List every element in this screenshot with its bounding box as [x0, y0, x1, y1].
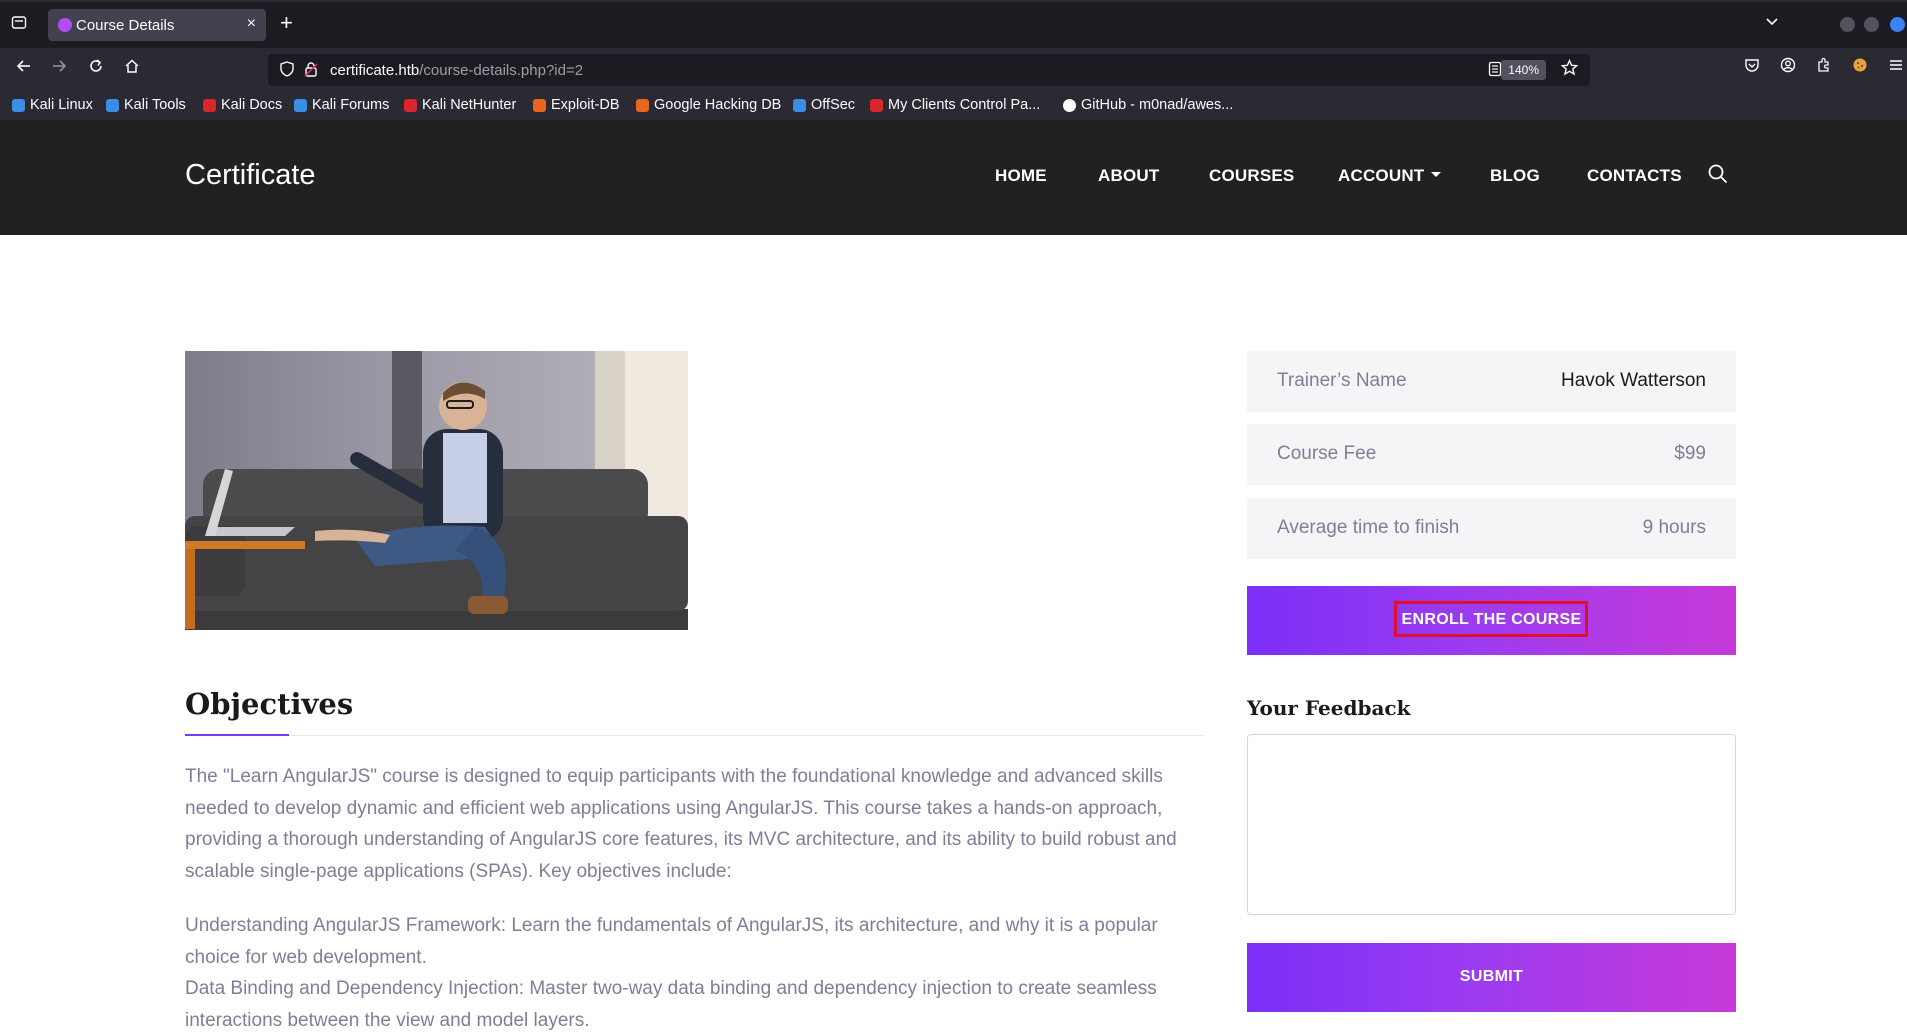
objectives-title: Objectives — [185, 687, 354, 721]
github-icon — [1063, 98, 1076, 112]
nav-home[interactable]: HOME — [995, 166, 1047, 186]
objectives-intro-text: The "Learn AngularJS" course is designed… — [185, 766, 1177, 882]
bookmark-label: Kali Forums — [312, 97, 390, 113]
kali-forums-icon — [294, 98, 307, 112]
url-bar[interactable]: certificate.htb/course-details.php?id=2 … — [268, 54, 1590, 86]
bookmarks-toolbar: Kali Linux Kali Tools Kali Docs Kali For… — [0, 90, 1907, 120]
url-text[interactable]: certificate.htb/course-details.php?id=2 — [330, 62, 583, 79]
active-tab[interactable]: Course Details × — [48, 9, 266, 41]
bookmark-star-icon[interactable] — [1560, 58, 1579, 81]
tab-title: Course Details — [76, 17, 175, 34]
trainer-value: Havok Watterson — [1560, 370, 1706, 391]
objectives-divider-accent — [185, 734, 289, 736]
avg-time-label: Average time to finish — [1277, 517, 1460, 538]
submit-feedback-button[interactable]: SUBMIT — [1247, 943, 1736, 1012]
trainer-info-row: Trainer’s Name Havok Watterson — [1247, 351, 1736, 412]
ghdb-icon — [636, 98, 649, 112]
window-minimize-button[interactable] — [1840, 17, 1855, 32]
reader-view-icon[interactable] — [1488, 61, 1502, 80]
kali-docs-icon — [203, 98, 216, 112]
kali-linux-icon — [12, 98, 25, 112]
forward-icon[interactable] — [47, 57, 71, 81]
bookmark-label: Kali Tools — [124, 97, 186, 113]
bookmark-label: My Clients Control Pa... — [888, 97, 1041, 113]
bookmark-kali-tools[interactable]: Kali Tools — [106, 95, 186, 115]
search-icon[interactable] — [1707, 163, 1729, 185]
browser-tab-bar: Course Details × + — [0, 0, 1907, 48]
pocket-icon[interactable] — [1741, 57, 1763, 78]
browser-nav-bar: certificate.htb/course-details.php?id=2 … — [0, 48, 1907, 90]
tab-bar-top-line — [0, 0, 1907, 2]
bookmark-label: Google Hacking DB — [654, 97, 782, 113]
objective-item: Understanding AngularJS Framework: Learn… — [185, 915, 1158, 968]
url-host: certificate.htb — [330, 62, 420, 79]
course-fee-value: $99 — [1674, 443, 1706, 464]
nav-account[interactable]: ACCOUNT — [1338, 166, 1442, 186]
caret-down-icon — [1431, 172, 1442, 177]
bookmark-kali-docs[interactable]: Kali Docs — [203, 95, 282, 115]
bookmark-kali-linux[interactable]: Kali Linux — [12, 95, 93, 115]
nav-blog[interactable]: BLOG — [1490, 166, 1540, 186]
window-close-button[interactable] — [1890, 17, 1905, 32]
bookmark-exploit-db[interactable]: Exploit-DB — [533, 95, 620, 115]
course-fee-label: Course Fee — [1277, 443, 1377, 464]
bookmark-my-clients-control-panel[interactable]: My Clients Control Pa... — [870, 95, 1040, 115]
objectives-list: Understanding AngularJS Framework: Learn… — [185, 910, 1200, 1035]
kali-nethunter-icon — [404, 98, 417, 112]
account-icon[interactable] — [1777, 57, 1799, 78]
exploit-db-icon — [533, 98, 546, 112]
bookmark-label: GitHub - m0nad/awes... — [1081, 97, 1234, 113]
objectives-divider — [185, 735, 1205, 736]
bookmark-label: OffSec — [811, 97, 856, 113]
avg-time-value: 9 hours — [1642, 517, 1706, 538]
cookie-extension-icon[interactable] — [1849, 57, 1871, 78]
site-header: Certificate HOME ABOUT COURSES ACCOUNT B… — [0, 120, 1907, 235]
course-image — [185, 351, 688, 630]
control-panel-icon — [870, 98, 883, 112]
extensions-icon[interactable] — [1813, 57, 1835, 78]
bookmark-github[interactable]: GitHub - m0nad/awes... — [1063, 95, 1233, 115]
home-icon[interactable] — [120, 57, 144, 81]
nav-account-label: ACCOUNT — [1338, 166, 1425, 185]
avg-time-row: Average time to finish 9 hours — [1247, 498, 1736, 559]
tab-list-icon[interactable] — [8, 14, 30, 36]
reload-icon[interactable] — [84, 57, 108, 81]
bookmark-google-hacking-db[interactable]: Google Hacking DB — [636, 95, 781, 115]
bookmark-kali-nethunter[interactable]: Kali NetHunter — [404, 95, 516, 115]
back-icon[interactable] — [12, 57, 36, 81]
tab-close-icon[interactable]: × — [247, 15, 256, 33]
insecure-lock-icon[interactable] — [304, 61, 318, 80]
new-tab-button[interactable]: + — [280, 12, 293, 34]
objective-item: Data Binding and Dependency Injection: M… — [185, 978, 1157, 1031]
bookmark-label: Kali Docs — [221, 97, 283, 113]
tracking-shield-icon[interactable] — [280, 61, 294, 81]
list-all-tabs-icon[interactable] — [1764, 13, 1780, 34]
trainer-label: Trainer’s Name — [1277, 370, 1407, 391]
url-path: /course-details.php?id=2 — [419, 62, 584, 79]
page-content: Certificate HOME ABOUT COURSES ACCOUNT B… — [0, 120, 1907, 1035]
nav-about[interactable]: ABOUT — [1098, 166, 1159, 186]
nav-contacts[interactable]: CONTACTS — [1587, 166, 1682, 186]
bookmark-label: Kali NetHunter — [422, 97, 517, 113]
bookmark-offsec[interactable]: OffSec — [793, 95, 855, 115]
nav-courses[interactable]: COURSES — [1209, 166, 1294, 186]
enroll-highlight-outline — [1394, 601, 1588, 637]
bookmark-label: Kali Linux — [30, 97, 93, 113]
offsec-icon — [793, 98, 806, 112]
window-maximize-button[interactable] — [1864, 17, 1879, 32]
zoom-level-badge[interactable]: 140% — [1501, 60, 1546, 80]
kali-tools-icon — [106, 98, 119, 112]
site-brand[interactable]: Certificate — [185, 159, 316, 192]
feedback-title: Your Feedback — [1247, 696, 1411, 720]
course-fee-row: Course Fee $99 — [1247, 424, 1736, 485]
app-menu-icon[interactable] — [1885, 57, 1907, 78]
tab-favicon-icon — [58, 18, 72, 32]
bookmark-kali-forums[interactable]: Kali Forums — [294, 95, 389, 115]
bookmark-label: Exploit-DB — [551, 97, 620, 113]
submit-button-label: SUBMIT — [1459, 968, 1524, 985]
feedback-textarea[interactable] — [1247, 734, 1736, 915]
